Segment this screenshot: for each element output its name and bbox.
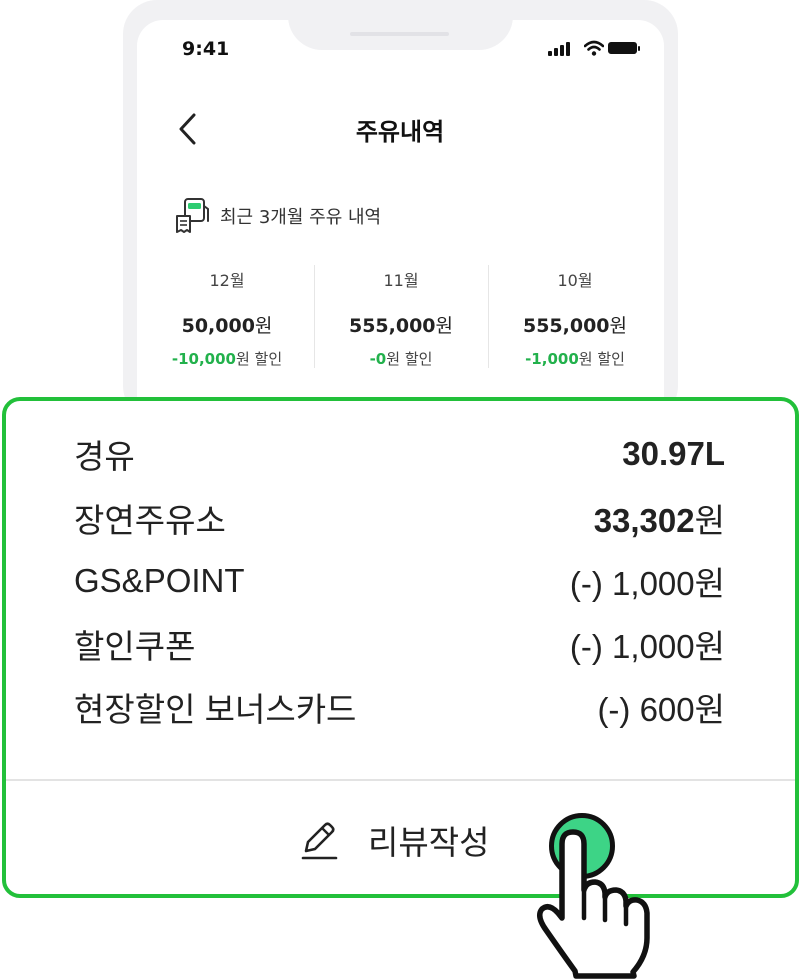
status-icons [548,40,644,56]
month-discount: -10,000원 할인 [171,350,283,368]
month-label: 11월 [383,271,419,290]
detail-label: 장연주유소 [74,502,226,539]
detail-row-coupon: 할인쿠폰 (-) 1,000원 [74,619,725,669]
month-summary-11[interactable]: 11월 555,000원 -0원 할인 [314,262,488,368]
fuel-pump-icon [176,198,209,233]
month-summary-12[interactable]: 12월 50,000원 -10,000원 할인 [140,262,314,368]
detail-value: (-) 1,000원 [569,628,725,665]
detail-row-station: 장연주유소 33,302원 [74,493,725,543]
write-review-button[interactable]: 리뷰작성 [296,812,516,868]
page-title: 주유내역 [355,118,445,146]
write-review-label: 리뷰작성 [368,824,490,861]
back-icon[interactable] [176,112,200,146]
wifi-icon [584,40,604,56]
phone-notch [288,0,513,50]
month-discount: -1,000원 할인 [525,350,625,368]
detail-value: (-) 1,000원 [569,565,725,602]
speaker-grille [350,32,449,36]
month-amount: 50,000원 [181,315,273,337]
month-label: 10월 [557,271,593,290]
detail-value: 33,302원 [593,502,725,539]
status-time: 9:41 [182,38,230,60]
month-discount: -0원 할인 [369,350,433,368]
recent-history-label: 최근 3개월 주유 내역 [220,207,382,228]
detail-label: 경유 [74,438,135,475]
pencil-icon [301,822,338,860]
detail-label: GS&POINT [74,562,245,599]
hand-pointer-icon [537,829,650,979]
detail-row-fuel-type: 경유 30.97L [74,429,725,479]
month-amount: 555,000원 [522,315,628,337]
detail-row-bonus-card: 현장할인 보너스카드 (-) 600원 [74,682,725,732]
signal-icon [548,51,552,56]
detail-label: 할인쿠폰 [74,628,196,665]
battery-icon [608,42,637,54]
detail-value: 30.97L [622,435,725,472]
detail-row-gs-point: GS&POINT (-) 1,000원 [74,556,725,606]
detail-value: (-) 600원 [597,691,725,728]
month-amount: 555,000원 [348,315,454,337]
card-divider [6,779,795,781]
month-summary-10[interactable]: 10월 555,000원 -1,000원 할인 [488,262,662,368]
month-label: 12월 [209,271,245,290]
detail-label: 현장할인 보너스카드 [74,691,357,728]
